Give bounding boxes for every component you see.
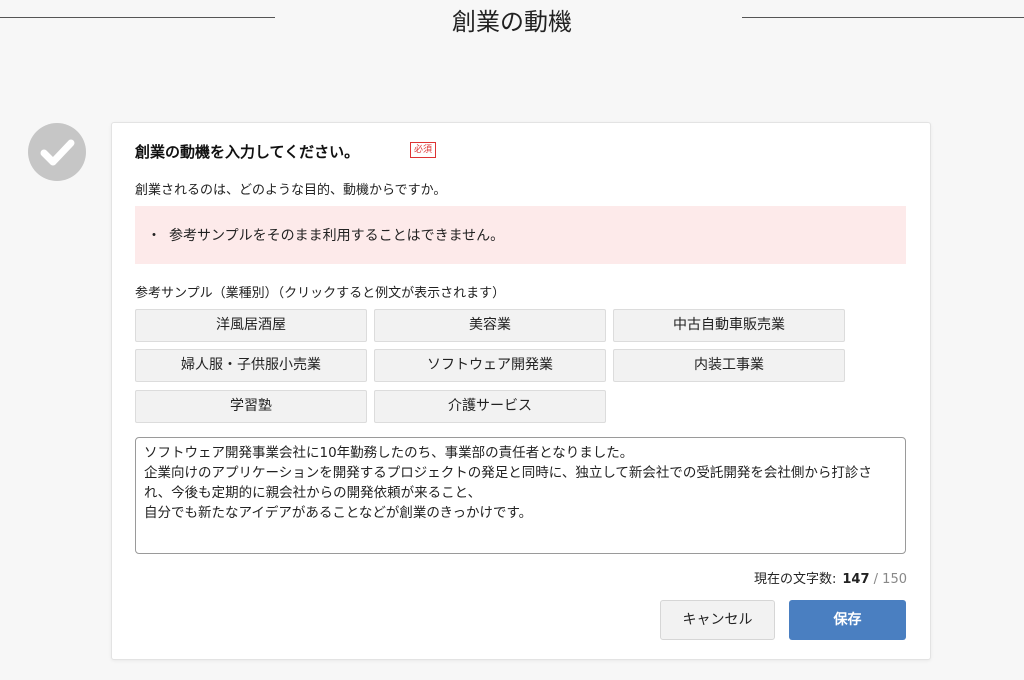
char-count-value: 147: [842, 572, 870, 587]
sample-button[interactable]: 中古自動車販売業: [613, 309, 845, 342]
notice-box: ・参考サンプルをそのまま利用することはできません。: [135, 206, 906, 264]
title-divider-right: [742, 17, 1024, 18]
motive-textarea[interactable]: ソフトウェア開発事業会社に10年勤務したのち、事業部の責任者となりました。 企業…: [135, 437, 906, 554]
sample-button[interactable]: 内装工事業: [613, 349, 845, 382]
notice-text: 参考サンプルをそのまま利用することはできません。: [169, 228, 505, 244]
cancel-button[interactable]: キャンセル: [660, 600, 775, 640]
sample-button[interactable]: 介護サービス: [374, 390, 606, 423]
save-button[interactable]: 保存: [789, 600, 906, 640]
check-circle-icon: [28, 123, 86, 181]
title-row: 創業の動機: [0, 0, 1024, 40]
sample-button[interactable]: ソフトウェア開発業: [374, 349, 606, 382]
sample-button[interactable]: 洋風居酒屋: [135, 309, 367, 342]
sample-button[interactable]: 学習塾: [135, 390, 367, 423]
page-title: 創業の動機: [452, 8, 572, 36]
char-counter: 現在の文字数: 147 / 150: [754, 568, 907, 587]
samples-label: 参考サンプル（業種別）（クリックすると例文が表示されます）: [135, 286, 506, 301]
question-heading: 創業の動機を入力してください。: [135, 143, 360, 161]
notice-bullet: ・: [147, 228, 161, 244]
sample-button[interactable]: 婦人服・子供服小売業: [135, 349, 367, 382]
required-badge: 必須: [410, 142, 437, 158]
sample-button[interactable]: 美容業: [374, 309, 606, 342]
char-count-max: / 150: [869, 572, 907, 587]
motive-form-card: 創業の動機を入力してください。 必須 創業されるのは、どのような目的、動機からで…: [111, 122, 931, 660]
char-count-label: 現在の文字数:: [754, 572, 837, 587]
question-subtext: 創業されるのは、どのような目的、動機からですか。: [135, 183, 447, 198]
